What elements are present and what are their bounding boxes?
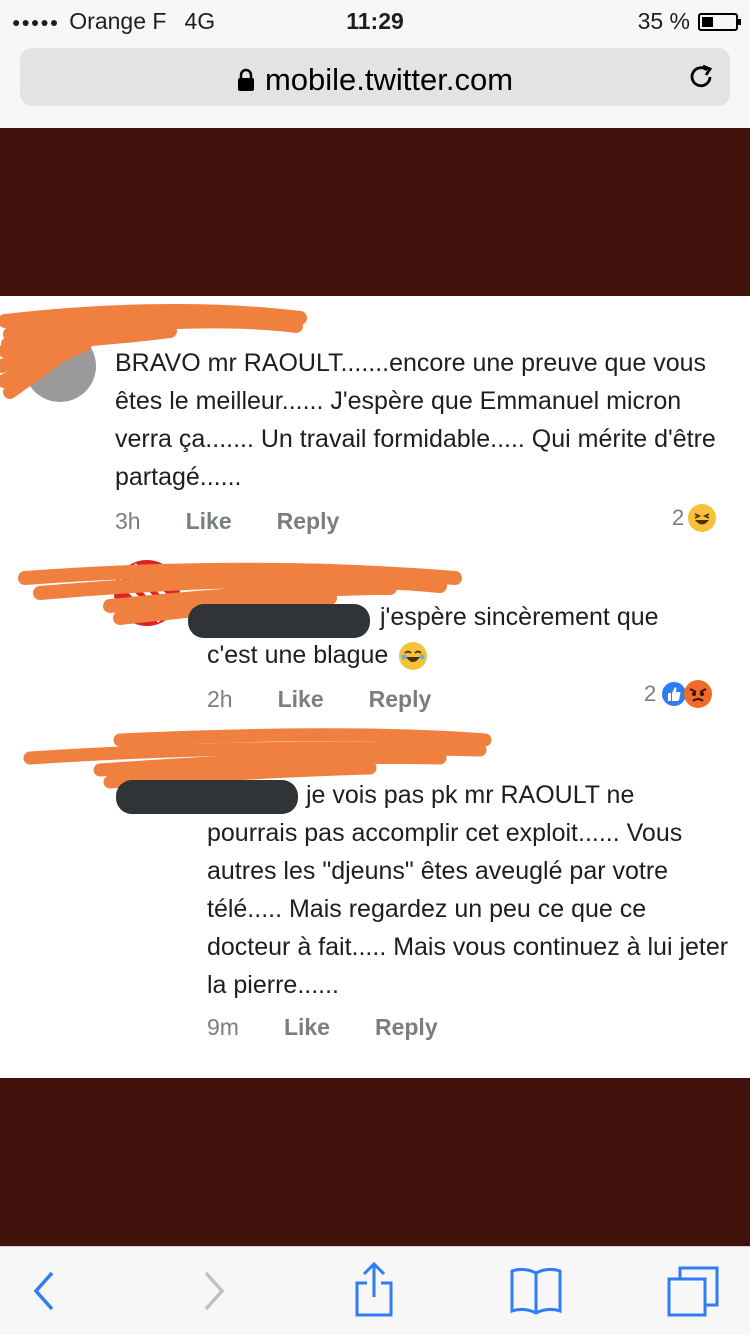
like-button[interactable]: Like — [186, 508, 232, 535]
reply-button[interactable]: Reply — [369, 686, 432, 713]
angry-emoji-icon — [684, 680, 713, 708]
comment-text: BRAVO mr RAOULT.......encore une preuve … — [115, 349, 716, 491]
tabs-icon[interactable] — [666, 1265, 720, 1322]
lock-icon — [237, 64, 255, 100]
comment-time: 2h — [207, 686, 233, 712]
reload-icon[interactable] — [686, 62, 716, 97]
bookmarks-icon[interactable] — [508, 1265, 564, 1320]
comment-actions: 2h Like Reply — [207, 686, 476, 713]
comment-text-line: c'est une blague — [207, 641, 389, 669]
comment-screenshot: BRAVO mr RAOULT.......encore une preuve … — [0, 296, 750, 1078]
like-button[interactable]: Like — [284, 1014, 330, 1041]
share-icon[interactable] — [352, 1261, 396, 1322]
comment-actions: 9m Like Reply — [207, 1014, 483, 1041]
battery-percentage: 35 % — [637, 8, 690, 34]
battery-icon — [698, 12, 741, 31]
reaction-summary[interactable]: 2 — [644, 680, 713, 708]
reaction-count: 2 — [672, 505, 685, 530]
comment-text-continued: pourrais pas accomplir cet exploit......… — [207, 819, 729, 999]
comment-text-continued: c'est une blague — [207, 636, 428, 674]
comment-text: je vois pas pk mr RAOULT ne — [306, 781, 635, 809]
status-bar: ●●●●● Orange F 4G 11:29 35 % — [0, 0, 750, 40]
dark-background-band-top — [0, 128, 750, 296]
back-icon[interactable] — [30, 1269, 60, 1318]
dark-background-band-bottom — [0, 1078, 750, 1246]
comment-time: 3h — [115, 508, 141, 534]
laughing-emoji-icon — [688, 504, 717, 532]
comment-time: 9m — [207, 1014, 239, 1040]
comment-text: j'espère sincèrement que — [380, 603, 659, 631]
laughing-emoji-icon — [399, 642, 428, 671]
browser-address-area: mobile.twitter.com — [0, 40, 750, 128]
reaction-summary[interactable]: 2 — [672, 504, 717, 532]
reply-button[interactable]: Reply — [375, 1014, 438, 1041]
comment-actions: 3h Like Reply — [115, 508, 384, 535]
forward-icon[interactable] — [198, 1269, 228, 1318]
like-button[interactable]: Like — [278, 686, 324, 713]
address-bar[interactable]: mobile.twitter.com — [20, 48, 730, 106]
browser-toolbar — [0, 1246, 750, 1335]
reaction-count: 2 — [644, 681, 657, 706]
reply-button[interactable]: Reply — [277, 508, 340, 535]
name-redaction — [116, 780, 298, 814]
url-text: mobile.twitter.com — [264, 62, 514, 97]
name-redaction — [188, 604, 370, 638]
